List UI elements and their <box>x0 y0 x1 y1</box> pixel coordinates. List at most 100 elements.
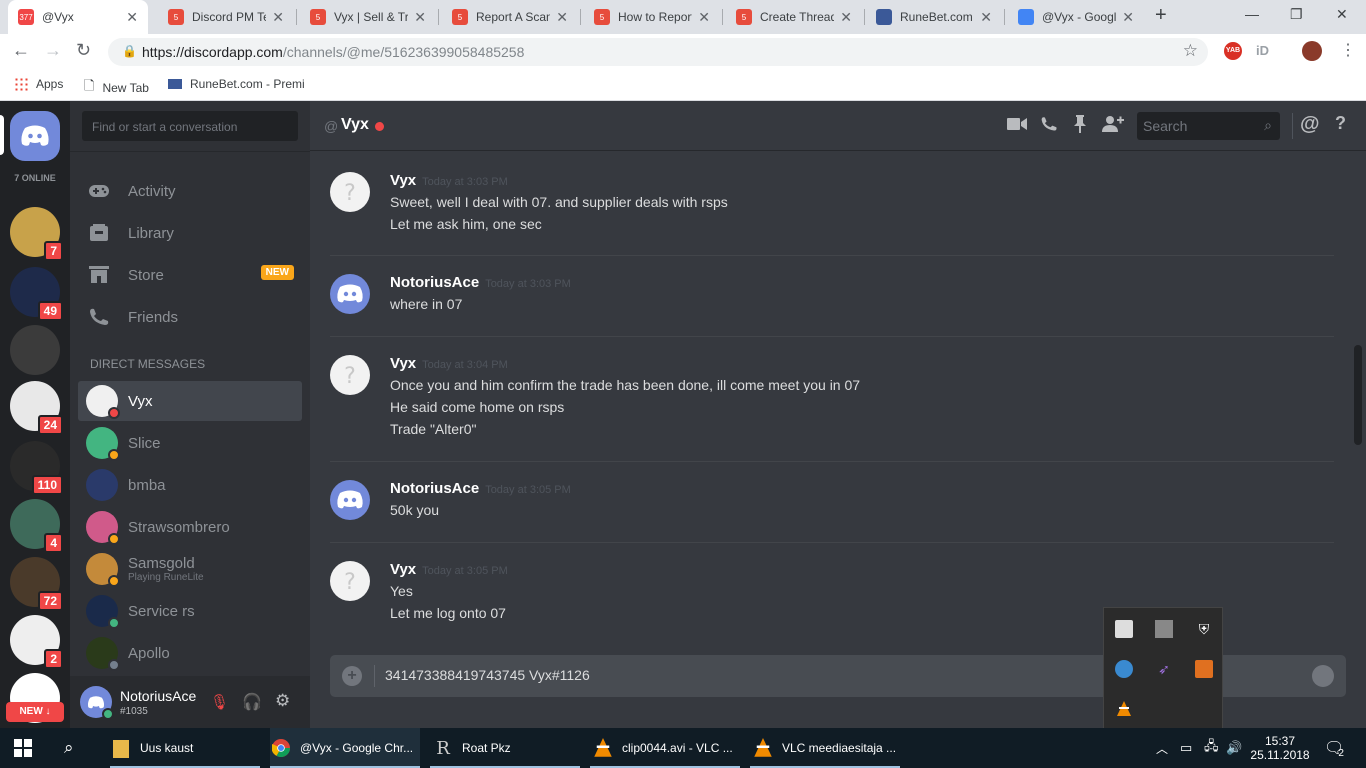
bookmark-star-icon[interactable]: ☆ <box>1183 41 1198 61</box>
tray-power-icon[interactable]: ▭ <box>1180 728 1192 768</box>
guild-icon[interactable]: 7 <box>10 207 63 261</box>
tab-report-scam[interactable]: 5 Report A Scam ✕ <box>442 0 578 34</box>
default-question-avatar[interactable]: ? <box>330 561 370 601</box>
close-icon[interactable]: ✕ <box>556 9 568 26</box>
profile-avatar[interactable] <box>1302 41 1322 61</box>
nav-friends[interactable]: Friends <box>78 297 302 337</box>
dm-item[interactable]: Samsgold Playing RuneLite <box>78 549 302 589</box>
discord-default-avatar[interactable] <box>330 480 370 520</box>
bookmark-new-tab[interactable]: 🗋 New Tab <box>84 77 149 99</box>
avatar[interactable] <box>80 686 114 720</box>
emoji-icon[interactable] <box>1312 665 1334 687</box>
tray-update-icon[interactable] <box>1115 660 1133 678</box>
chat-scrollbar[interactable] <box>1354 345 1362 445</box>
close-icon[interactable]: ✕ <box>980 9 992 26</box>
guild-icon[interactable]: 110 <box>10 441 63 495</box>
forward-icon[interactable]: → <box>44 40 62 61</box>
tray-vlc-icon[interactable] <box>1115 700 1133 718</box>
dm-item[interactable]: Slice <box>78 423 302 463</box>
author-name[interactable]: Vyx <box>390 172 416 189</box>
dm-item[interactable]: Apollo <box>78 633 302 673</box>
help-icon[interactable]: ? <box>1335 113 1346 134</box>
guild-icon[interactable]: 72 <box>10 557 63 611</box>
close-icon[interactable]: ✕ <box>414 9 426 26</box>
chat-search-input[interactable]: Search ⌕ <box>1137 112 1280 140</box>
close-icon[interactable]: ✕ <box>698 9 710 26</box>
mentions-icon[interactable]: @ <box>1300 113 1320 136</box>
start-button[interactable] <box>14 728 32 768</box>
author-name[interactable]: NotoriusAce <box>390 480 479 497</box>
author-name[interactable]: Vyx <box>390 355 416 372</box>
new-unreads-button[interactable]: NEW ↓ <box>6 702 64 722</box>
address-bar[interactable]: 🔒 https://discordapp.com/channels/@me/51… <box>108 38 1208 66</box>
add-friend-icon[interactable] <box>1102 115 1124 138</box>
pin-icon[interactable] <box>1074 115 1086 138</box>
tray-network-icon[interactable]: 🖧 <box>1204 728 1219 768</box>
tab-create-thread[interactable]: 5 Create Thread ✕ <box>726 0 862 34</box>
tab-vyx-sell[interactable]: 5 Vyx | Sell & Tra ✕ <box>300 0 436 34</box>
nav-store[interactable]: Store NEW <box>78 255 302 295</box>
taskbar-item-vlc-clip[interactable]: clip0044.avi - VLC ... <box>592 728 733 768</box>
video-call-icon[interactable] <box>1007 115 1027 136</box>
back-icon[interactable]: ← <box>12 40 30 61</box>
tab-vyx[interactable]: 377 @Vyx ✕ <box>8 0 148 34</box>
dm-item[interactable]: Strawsombrero <box>78 507 302 547</box>
default-question-avatar[interactable]: ? <box>330 172 370 212</box>
upload-plus-icon[interactable]: + <box>342 666 362 686</box>
search-icon[interactable]: ⌕ <box>64 728 74 768</box>
mute-mic-icon[interactable]: 🎙 <box>210 693 229 711</box>
dm-item[interactable]: Service rs <box>78 591 302 631</box>
tab-google[interactable]: @Vyx - Googl ✕ <box>1008 0 1144 34</box>
yab-extension-icon[interactable]: YAB <box>1224 42 1242 60</box>
dm-search-input[interactable]: Find or start a conversation <box>82 111 298 141</box>
default-question-avatar[interactable]: ? <box>330 355 370 395</box>
id-extension-icon[interactable]: iD <box>1256 43 1269 58</box>
message-author[interactable]: Vyx Today at 3:03 PM <box>390 172 508 189</box>
message-author[interactable]: NotoriusAce Today at 3:05 PM <box>390 480 571 497</box>
taskbar-item-vlc-player[interactable]: VLC meediaesitaja ... <box>752 728 896 768</box>
guild-icon[interactable]: 49 <box>10 267 63 321</box>
minimize-icon[interactable]: — <box>1245 6 1259 22</box>
tray-chevron-up-icon[interactable]: ︿ <box>1156 728 1168 768</box>
clock[interactable]: 15:37 25.11.2018 <box>1250 728 1309 768</box>
reload-icon[interactable]: ↻ <box>76 40 91 61</box>
bookmark-runebet[interactable]: RuneBet.com - Premi <box>168 77 305 91</box>
close-window-icon[interactable]: ✕ <box>1336 6 1348 23</box>
headphones-icon[interactable]: 🎧 <box>242 692 262 712</box>
guild-icon[interactable]: 4 <box>10 499 63 553</box>
guild-icon[interactable] <box>10 325 60 375</box>
close-icon[interactable]: ✕ <box>840 9 852 26</box>
action-center-button[interactable]: 🗨 2 <box>1324 728 1344 768</box>
message-author[interactable]: Vyx Today at 3:04 PM <box>390 355 508 372</box>
tab-runebet[interactable]: RuneBet.com - ✕ <box>866 0 1002 34</box>
new-tab-button[interactable]: + <box>1155 4 1167 27</box>
dm-item[interactable]: bmba <box>78 465 302 505</box>
close-icon[interactable]: ✕ <box>126 9 138 26</box>
tray-display-icon[interactable] <box>1155 620 1173 638</box>
nav-activity[interactable]: Activity <box>78 171 302 211</box>
author-name[interactable]: NotoriusAce <box>390 274 479 291</box>
tab-how-to-report[interactable]: 5 How to Report ✕ <box>584 0 720 34</box>
message-input-text[interactable]: 341473388419743745 Vyx#1126 <box>385 667 590 683</box>
dm-item[interactable]: Vyx <box>78 381 302 421</box>
nav-library[interactable]: Library <box>78 213 302 253</box>
tray-app-icon[interactable] <box>1115 620 1133 638</box>
guild-icon[interactable]: 24 <box>10 381 63 435</box>
menu-icon[interactable]: ⋮ <box>1340 40 1356 60</box>
message-author[interactable]: Vyx Today at 3:05 PM <box>390 561 508 578</box>
tab-discord-pm[interactable]: 5 Discord PM Te ✕ <box>158 0 294 34</box>
discord-home-button[interactable] <box>10 111 60 161</box>
tray-java-icon[interactable] <box>1195 660 1213 678</box>
message-author[interactable]: NotoriusAce Today at 3:03 PM <box>390 274 571 291</box>
close-icon[interactable]: ✕ <box>1122 9 1134 26</box>
taskbar-item-roat[interactable]: R Roat Pkz <box>432 728 510 768</box>
guild-icon[interactable]: 2 <box>10 615 63 669</box>
bookmark-apps[interactable]: Apps <box>14 77 63 91</box>
tray-feather-icon[interactable]: ➶ <box>1155 660 1173 678</box>
taskbar-item-folder[interactable]: Uus kaust <box>110 728 193 768</box>
settings-gear-icon[interactable]: ⚙ <box>275 691 290 711</box>
author-name[interactable]: Vyx <box>390 561 416 578</box>
taskbar-item-chrome[interactable]: @Vyx - Google Chr... <box>270 728 420 768</box>
close-icon[interactable]: ✕ <box>272 9 284 26</box>
tray-security-shield-icon[interactable]: ⛨ <box>1195 620 1213 638</box>
